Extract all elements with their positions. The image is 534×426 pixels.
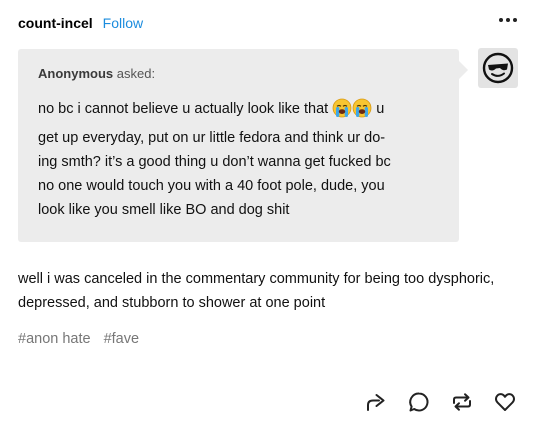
ask-text-part1: no bc i cannot believe u actually look l… — [38, 101, 333, 117]
username[interactable]: count-incel — [18, 15, 93, 31]
post-body: well i was canceled in the commentary co… — [18, 271, 495, 311]
more-options-icon[interactable] — [499, 14, 517, 26]
asker-name[interactable]: Anonymous — [38, 66, 113, 81]
asker-line: Anonymous asked: — [38, 66, 439, 81]
post-header: count-incel Follow — [18, 14, 143, 32]
tag-list: #anon hate #fave — [18, 331, 139, 347]
asked-label: asked: — [116, 66, 156, 81]
like-icon[interactable] — [493, 390, 517, 414]
reblog-icon[interactable] — [450, 390, 474, 414]
tag[interactable]: #anon hate — [18, 331, 91, 347]
asker-avatar[interactable] — [478, 48, 518, 88]
post-actions — [364, 390, 517, 414]
follow-button[interactable]: Follow — [103, 15, 143, 31]
ask-text: no bc i cannot believe u actually look l… — [38, 97, 443, 222]
sunglasses-face-icon — [482, 52, 514, 84]
loudly-crying-face-icon — [352, 98, 372, 126]
share-icon[interactable] — [364, 390, 388, 414]
loudly-crying-face-icon — [332, 98, 352, 126]
tag[interactable]: #fave — [104, 331, 139, 347]
reply-icon[interactable] — [407, 390, 431, 414]
ask-box: Anonymous asked: no bc i cannot believe … — [18, 49, 468, 242]
